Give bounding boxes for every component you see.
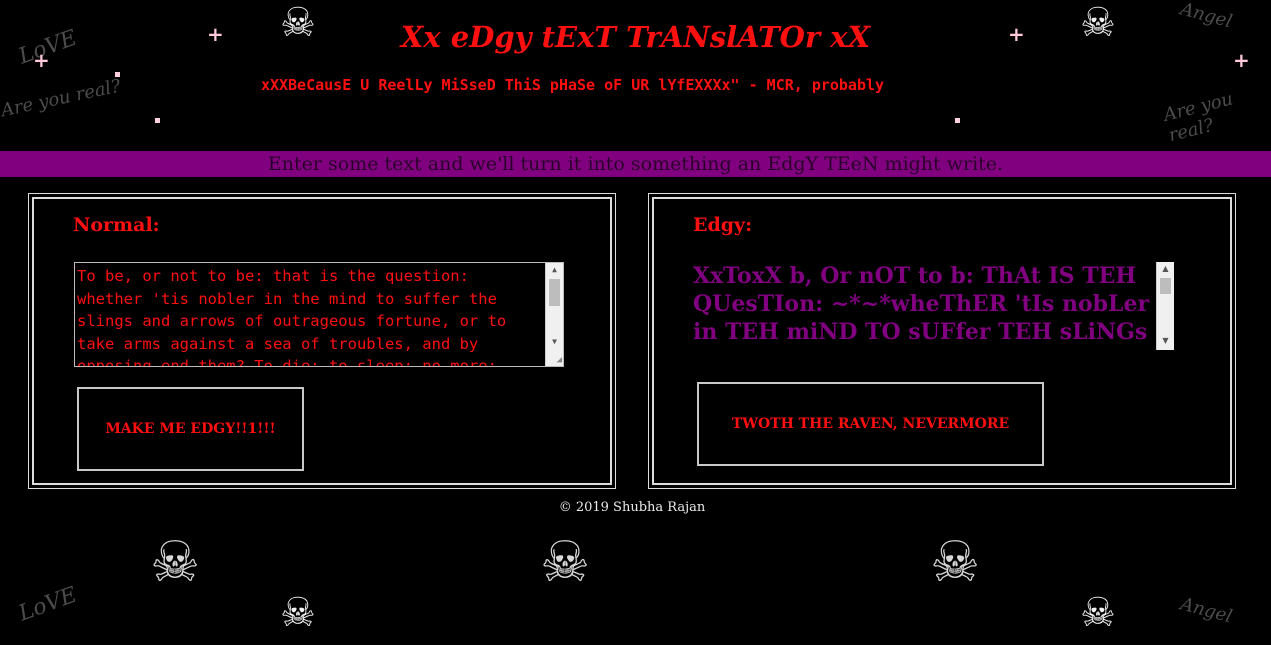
skull-icon: ☠ [1080,590,1116,636]
skull-icon: ☠ [540,530,591,595]
page-title: Xx eDgy tExT TrANslATOr xX [400,20,871,54]
edgy-panel: Edgy: XxToxX b, Or nOT to b: ThAt IS TEH… [648,193,1236,489]
skull-icon: ☠ [280,590,316,636]
instruction-banner: Enter some text and we'll turn it into s… [0,151,1271,177]
skull-icon: ☠ [150,530,201,595]
normal-text-input[interactable]: To be, or not to be: that is the questio… [74,262,564,367]
edgy-label: Edgy: [693,214,753,236]
edgy-text-scrollbar[interactable]: ▲ ▼ [1156,262,1174,350]
scroll-up-icon[interactable]: ▲ [546,263,563,277]
normal-panel: Normal: To be, or not to be: that is the… [28,193,616,489]
footer-copyright: © 2019 Shubha Rajan [558,500,706,515]
make-edgy-button[interactable]: MAKE ME EDGY!!1!!! [77,387,304,471]
normal-text-scrollbar[interactable]: ▲ ▼ [545,263,563,366]
normal-text-value: To be, or not to be: that is the questio… [77,267,507,367]
love-doodle: LoVE [15,582,81,627]
nevermore-button[interactable]: TWOTH THE RAVEN, NEVERMORE [697,382,1044,466]
edgy-text-output: XxToxX b, Or nOT to b: ThAt IS TEH QUesT… [693,263,1150,350]
header: Xx eDgy tExT TrANslATOr xX xXXBeCausE U … [0,0,1271,150]
skull-icon: ☠ [930,530,981,595]
angel-doodle: Angel [1178,593,1235,628]
resize-handle-icon[interactable]: ◢ [557,356,562,365]
normal-label: Normal: [73,214,160,236]
scroll-down-icon[interactable]: ▼ [1157,334,1174,348]
scrollbar-thumb[interactable] [549,279,560,306]
scrollbar-thumb[interactable] [1160,278,1171,294]
scroll-down-icon[interactable]: ▼ [546,335,563,349]
scroll-up-icon[interactable]: ▲ [1157,262,1174,276]
page-subtitle: xXXBeCausE U ReelLy MiSseD ThiS pHaSe oF… [260,76,885,94]
